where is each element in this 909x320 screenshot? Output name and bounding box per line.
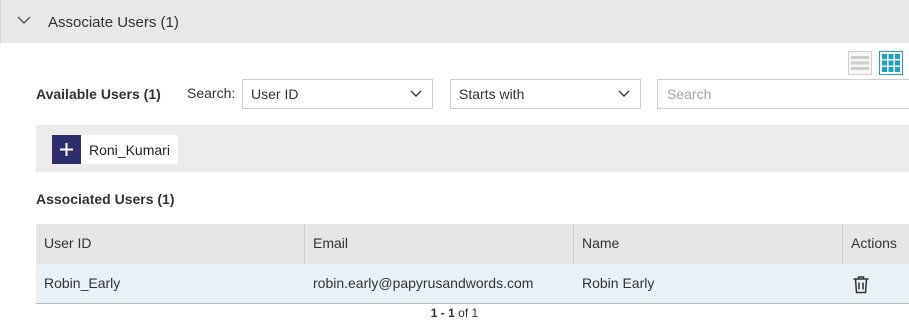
available-user-name: Roni_Kumari: [89, 142, 170, 158]
column-header-user-id[interactable]: User ID: [36, 224, 305, 264]
column-header-email[interactable]: Email: [305, 224, 574, 264]
column-header-name[interactable]: Name: [574, 224, 843, 264]
match-type-select[interactable]: Starts with: [450, 79, 641, 109]
table-header: User ID Email Name Actions: [36, 224, 909, 264]
chevron-down-icon: [618, 90, 630, 97]
chevron-down-icon[interactable]: [17, 15, 31, 25]
search-input[interactable]: [657, 79, 909, 109]
grid-view-button[interactable]: [879, 51, 903, 75]
grid-view-icon: [882, 54, 900, 72]
available-user-chip[interactable]: Roni_Kumari: [52, 135, 178, 164]
column-header-actions: Actions: [851, 235, 897, 251]
chevron-down-icon: [410, 90, 422, 97]
match-type-value: Starts with: [459, 86, 525, 102]
trash-icon[interactable]: [852, 275, 870, 294]
list-view-button[interactable]: [848, 51, 872, 75]
search-label: Search:: [187, 85, 236, 101]
search-field-select[interactable]: User ID: [242, 79, 433, 109]
available-users-list: Roni_Kumari: [36, 125, 909, 172]
list-view-icon: [851, 56, 869, 70]
table-row[interactable]: Robin_Early robin.early@papyrusandwords.…: [36, 264, 909, 304]
plus-icon: [60, 143, 73, 156]
search-field-value: User ID: [251, 86, 299, 102]
cell-user-id: Robin_Early: [44, 275, 121, 291]
associated-users-heading: Associated Users (1): [36, 191, 175, 207]
available-users-heading: Available Users (1): [36, 86, 161, 102]
cell-name: Robin Early: [582, 275, 655, 291]
panel-title: Associate Users (1): [48, 14, 179, 31]
cell-email: robin.early@papyrusandwords.com: [313, 275, 534, 291]
associate-users-panel-header[interactable]: Associate Users (1): [0, 0, 909, 43]
add-user-button[interactable]: [52, 135, 81, 164]
